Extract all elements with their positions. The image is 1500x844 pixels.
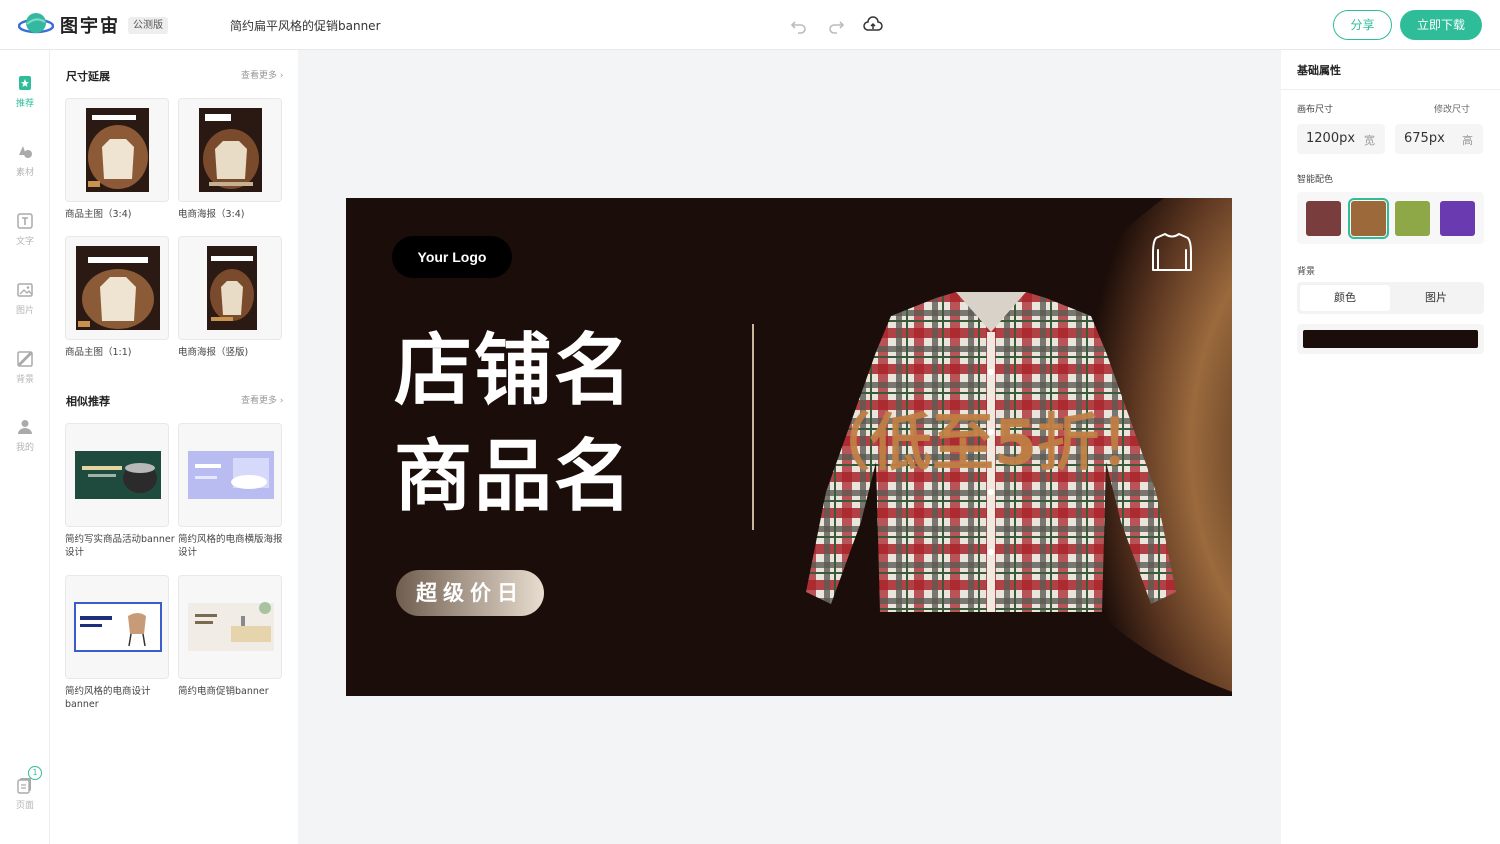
template-thumbnail[interactable]	[65, 575, 169, 679]
template-thumbnail[interactable]	[178, 236, 282, 340]
super-price-day-pill[interactable]: 超级价日	[396, 570, 544, 616]
rail-item-text[interactable]: 文字	[0, 212, 50, 247]
divider-line[interactable]	[752, 324, 754, 530]
template-caption: 商品主图（1:1)	[65, 347, 132, 358]
background-color-swatch[interactable]	[1303, 330, 1478, 348]
template-caption: 商品主图（3:4)	[65, 209, 132, 220]
background-color-field[interactable]	[1297, 324, 1484, 354]
canvas-size-label: 画布尺寸	[1297, 105, 1334, 115]
width-value: 1200px	[1306, 131, 1356, 146]
template-preview-image	[74, 602, 162, 652]
resize-link[interactable]: 修改尺寸	[1434, 102, 1470, 115]
template-caption: 简约风格的电商横版海报设计	[178, 534, 283, 558]
palette-swatch-red[interactable]	[1306, 201, 1341, 236]
properties-header: 基础属性	[1281, 50, 1500, 90]
similar-section-more-link[interactable]: 查看更多 ›	[241, 393, 283, 406]
template-thumbnail[interactable]	[178, 423, 282, 527]
template-thumbnail[interactable]	[178, 98, 282, 202]
template-caption: 电商海报（竖版)	[178, 347, 249, 358]
template-thumbnail[interactable]	[178, 575, 282, 679]
image-icon	[17, 283, 33, 297]
tab-color[interactable]: 颜色	[1300, 285, 1390, 311]
rail-label: 素材	[15, 168, 34, 178]
redo-icon[interactable]	[826, 15, 846, 35]
template-caption: 电商海报（3:4)	[178, 209, 245, 220]
template-thumbnail[interactable]	[65, 423, 169, 527]
star-icon	[19, 76, 31, 90]
template-thumbnail[interactable]	[65, 98, 169, 202]
template-panel: 尺寸延展 查看更多 › 商品主图（3:4) 电商海报（3:4) 商品主图（1:1…	[50, 50, 298, 844]
palette-swatch-brown[interactable]	[1348, 198, 1389, 239]
rail-item-materials[interactable]: 素材	[0, 143, 50, 178]
template-preview-image	[188, 451, 274, 499]
rail-item-mine[interactable]: 我的	[0, 418, 50, 453]
template-preview-image	[75, 451, 161, 499]
similar-section-title: 相似推荐	[66, 395, 110, 408]
rail-item-background[interactable]: 背景	[0, 350, 50, 385]
background-label: 背景	[1297, 267, 1316, 277]
page-count-badge: 1	[28, 766, 42, 780]
smart-palette-label: 智能配色	[1297, 175, 1334, 185]
template-preview-image	[86, 108, 149, 192]
template-preview-image	[76, 246, 160, 330]
more-label: 查看更多	[241, 396, 278, 406]
brand-name: 图宇宙	[60, 16, 120, 37]
download-button[interactable]: 立即下载	[1400, 10, 1482, 40]
top-bar: 图宇宙 公测版 简约扁平风格的促销banner 分享 立即下载	[0, 0, 1500, 50]
template-caption: 简约写实商品活动banner设计	[65, 534, 175, 558]
height-value: 675px	[1404, 131, 1445, 146]
beta-badge: 公测版	[128, 17, 168, 34]
planet-logo-icon[interactable]	[18, 12, 54, 38]
text-icon	[17, 213, 33, 229]
template-preview-image	[207, 246, 257, 330]
design-banner[interactable]: Your Logo 店铺名 商品名 超级价日 （低至5折！	[346, 198, 1232, 696]
palette-swatch-green[interactable]	[1395, 201, 1430, 236]
smart-palette	[1297, 192, 1484, 244]
shirt-outline-icon[interactable]	[1150, 230, 1194, 274]
height-unit: 高	[1462, 134, 1473, 147]
template-preview-image	[188, 602, 274, 651]
palette-swatch-purple[interactable]	[1440, 201, 1475, 236]
template-caption: 简约风格的电商设计banner	[65, 686, 151, 710]
your-logo-badge[interactable]: Your Logo	[392, 236, 512, 278]
template-thumbnail[interactable]	[65, 236, 169, 340]
product-name-heading[interactable]: 商品名	[394, 432, 634, 522]
cloud-upload-icon[interactable]	[863, 15, 883, 35]
shapes-icon	[19, 146, 32, 158]
size-section-title: 尺寸延展	[66, 70, 110, 83]
background-icon	[17, 351, 33, 367]
rail-label: 背景	[15, 375, 34, 385]
rail-label: 我的	[15, 443, 34, 453]
properties-panel: 基础属性 画布尺寸 修改尺寸 1200px 宽 675px 高 智能配色 背景 …	[1281, 50, 1500, 844]
canvas-width-field[interactable]: 1200px 宽	[1297, 124, 1385, 154]
more-label: 查看更多	[241, 71, 278, 81]
share-button[interactable]: 分享	[1333, 10, 1392, 40]
width-unit: 宽	[1364, 134, 1375, 147]
background-type-toggle: 颜色 图片	[1297, 282, 1484, 314]
undo-icon[interactable]	[789, 15, 809, 35]
rail-item-images[interactable]: 图片	[0, 281, 50, 316]
size-section-more-link[interactable]: 查看更多 ›	[241, 68, 283, 81]
template-caption: 简约电商促销banner	[178, 686, 269, 697]
rail-item-pages[interactable]: 页面	[0, 776, 50, 811]
shop-name-heading[interactable]: 店铺名	[394, 326, 634, 416]
rail-label: 图片	[15, 306, 34, 316]
canvas-height-field[interactable]: 675px 高	[1395, 124, 1483, 154]
rail-item-recommend[interactable]: 推荐	[0, 74, 50, 109]
rail-label: 推荐	[15, 99, 34, 109]
tab-image[interactable]: 图片	[1391, 285, 1481, 311]
properties-title: 基础属性	[1297, 64, 1341, 77]
rail-label: 文字	[15, 237, 34, 247]
rail-label: 页面	[15, 801, 34, 811]
left-rail: 推荐 素材 文字 图片 背景 我的 页面 1	[0, 50, 50, 844]
template-preview-image	[199, 108, 262, 192]
document-title[interactable]: 简约扁平风格的促销banner	[230, 17, 381, 34]
user-icon	[18, 420, 32, 434]
discount-text[interactable]: （低至5折！	[808, 398, 1161, 488]
canvas-stage: Your Logo 店铺名 商品名 超级价日 （低至5折！	[298, 50, 1281, 844]
